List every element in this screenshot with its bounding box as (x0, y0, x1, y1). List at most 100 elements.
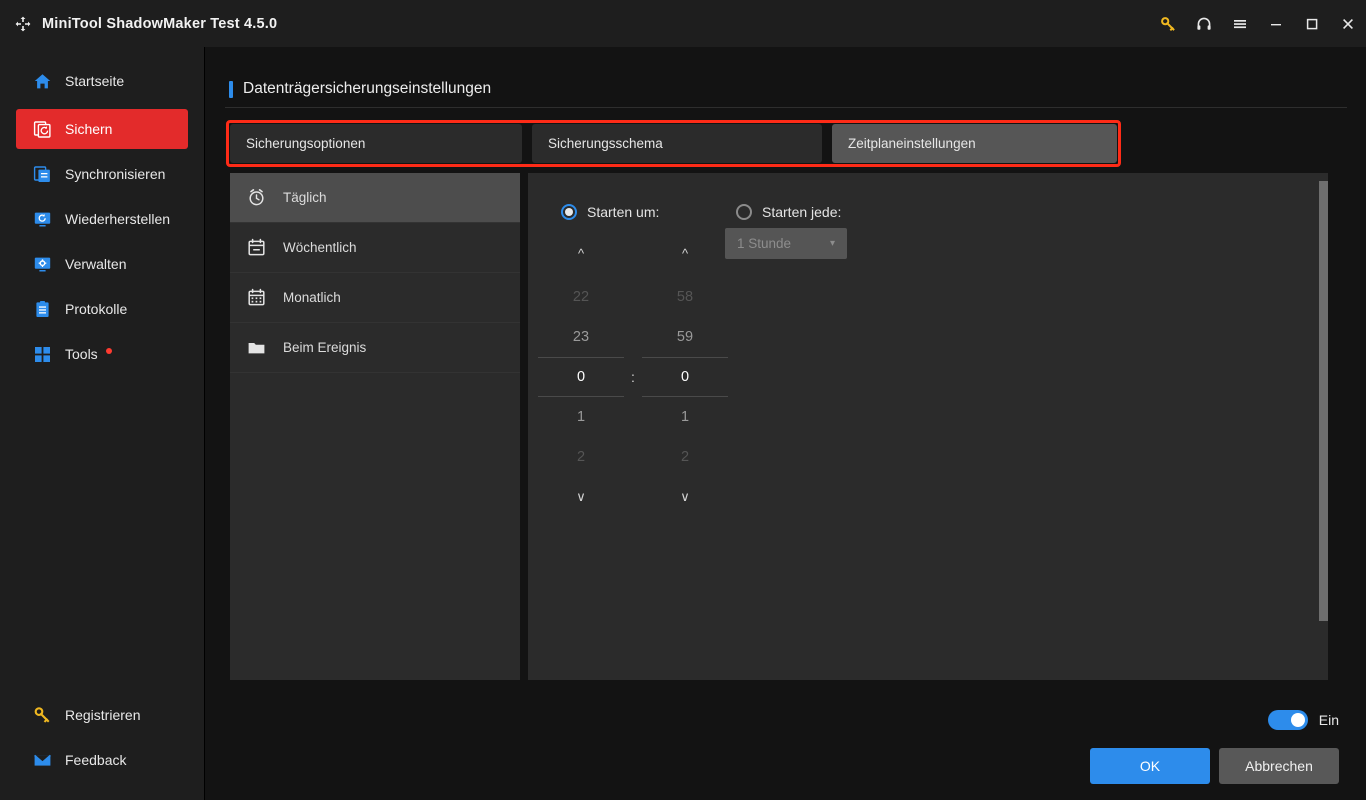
sidebar-item-feedback[interactable]: Feedback (16, 740, 188, 780)
tab-sicherungsoptionen[interactable]: Sicherungsoptionen (230, 124, 522, 163)
sidebar-item-registrieren[interactable]: Registrieren (16, 695, 188, 735)
time-spinner: ^ 22 23 0 1 2 ∨ : ^ 58 59 0 1 2 ∨ (538, 241, 728, 531)
minute-value-next[interactable]: 1 (642, 397, 728, 437)
sync-icon (31, 163, 53, 185)
hour-value-selected[interactable]: 0 (538, 357, 624, 397)
ok-button[interactable]: OK (1090, 748, 1210, 784)
folder-icon (246, 338, 266, 358)
hour-value-far-next[interactable]: 2 (538, 437, 624, 477)
sidebar-item-label: Tools (65, 346, 98, 362)
panel-scrollbar-thumb[interactable] (1319, 181, 1328, 621)
tab-label: Sicherungsoptionen (246, 136, 366, 151)
calendar-week-icon (246, 238, 266, 258)
tab-sicherungsschema[interactable]: Sicherungsschema (532, 124, 822, 163)
title-divider (225, 107, 1347, 108)
sidebar-item-label: Protokolle (65, 301, 128, 317)
sidebar-item-synchronisieren[interactable]: Synchronisieren (16, 154, 188, 194)
headset-icon[interactable] (1186, 0, 1222, 47)
sidebar-item-wiederherstellen[interactable]: Wiederherstellen (16, 199, 188, 239)
schedule-enable-toggle-row: Ein (1267, 710, 1339, 730)
page-title-row: Datenträgersicherungseinstellungen (229, 80, 491, 98)
schedule-option-label: Beim Ereignis (283, 340, 367, 355)
sidebar-item-label: Registrieren (65, 707, 141, 723)
logs-icon (31, 298, 53, 320)
sidebar-item-startseite[interactable]: Startseite (16, 61, 188, 101)
restore-icon (31, 208, 53, 230)
manage-icon (31, 253, 53, 275)
sidebar-item-label: Startseite (65, 73, 125, 89)
interval-select-value: 1 Stunde (737, 236, 792, 251)
schedule-option-taeglich[interactable]: Täglich (230, 173, 520, 223)
schedule-detail-panel: Starten um: Starten jede: 1 Stunde ▾ ^ 2… (528, 173, 1328, 680)
cancel-button[interactable]: Abbrechen (1219, 748, 1339, 784)
sidebar-item-label: Sichern (65, 121, 113, 137)
radio-button-indicator (561, 204, 577, 220)
sidebar-item-label: Feedback (65, 752, 127, 768)
minute-spinner-column: ^ 58 59 0 1 2 ∨ (642, 241, 728, 531)
schedule-option-monatlich[interactable]: Monatlich (230, 273, 520, 323)
minute-down-arrow-icon[interactable]: ∨ (642, 485, 728, 509)
maximize-icon[interactable] (1294, 0, 1330, 47)
tab-zeitplaneinstellungen[interactable]: Zeitplaneinstellungen (832, 124, 1117, 163)
backup-icon (31, 118, 53, 140)
radio-starten-jede[interactable]: Starten jede: (736, 204, 841, 220)
schedule-enable-toggle[interactable] (1267, 710, 1308, 730)
sidebar-item-tools[interactable]: Tools (16, 334, 188, 374)
schedule-option-beim-ereignis[interactable]: Beim Ereignis (230, 323, 520, 373)
envelope-icon (31, 749, 53, 771)
key-icon (31, 704, 53, 726)
sidebar-item-protokolle[interactable]: Protokolle (16, 289, 188, 329)
interval-select[interactable]: 1 Stunde ▾ (725, 228, 847, 259)
chevron-down-icon: ▾ (829, 238, 835, 249)
dialog-button-row: OK Abbrechen (1090, 748, 1339, 784)
minute-up-arrow-icon[interactable]: ^ (642, 241, 728, 265)
tab-label: Sicherungsschema (548, 136, 663, 151)
radio-button-indicator (736, 204, 752, 220)
time-separator: : (631, 369, 635, 385)
content-area: Datenträgersicherungseinstellungen Siche… (205, 47, 1366, 800)
tools-new-badge (105, 347, 112, 354)
window-controls (1150, 0, 1366, 47)
home-icon (31, 70, 53, 92)
tools-icon (31, 343, 53, 365)
sidebar-item-label: Synchronisieren (65, 166, 166, 182)
schedule-type-list: Täglich Wöchentlich Monatlich Beim Ereig… (230, 173, 520, 680)
window-title: MiniTool ShadowMaker Test 4.5.0 (42, 15, 278, 32)
calendar-month-icon (246, 288, 266, 308)
minute-value-selected[interactable]: 0 (642, 357, 728, 397)
sidebar-item-label: Wiederherstellen (65, 211, 171, 227)
tab-label: Zeitplaneinstellungen (848, 136, 976, 151)
tab-bar: Sicherungsoptionen Sicherungsschema Zeit… (230, 124, 1117, 163)
radio-starten-um[interactable]: Starten um: (561, 204, 659, 220)
minimize-icon[interactable] (1258, 0, 1294, 47)
minute-value-prev[interactable]: 59 (642, 317, 728, 357)
page-title: Datenträgersicherungseinstellungen (243, 80, 492, 97)
sidebar-item-label: Verwalten (65, 256, 127, 272)
toggle-label: Ein (1318, 712, 1339, 728)
hour-down-arrow-icon[interactable]: ∨ (538, 485, 624, 509)
panel-scrollbar-track[interactable] (1319, 173, 1328, 680)
sidebar-item-verwalten[interactable]: Verwalten (16, 244, 188, 284)
sidebar: Startseite Sichern Synchronisieren Wiede… (0, 47, 204, 800)
minute-value-far-prev[interactable]: 58 (642, 277, 728, 317)
hour-up-arrow-icon[interactable]: ^ (538, 241, 624, 265)
schedule-option-woechentlich[interactable]: Wöchentlich (230, 223, 520, 273)
sidebar-item-sichern[interactable]: Sichern (16, 109, 188, 149)
minute-value-far-next[interactable]: 2 (642, 437, 728, 477)
title-bar: MiniTool ShadowMaker Test 4.5.0 (0, 0, 1366, 47)
schedule-option-label: Wöchentlich (283, 240, 357, 255)
page-title-accent-bar (229, 80, 233, 98)
radio-label: Starten jede: (762, 204, 842, 220)
schedule-option-label: Täglich (283, 190, 327, 205)
radio-label: Starten um: (587, 204, 660, 220)
close-icon[interactable] (1330, 0, 1366, 47)
shadowmaker-logo-icon (12, 13, 34, 35)
hour-value-far-prev[interactable]: 22 (538, 277, 624, 317)
hour-value-prev[interactable]: 23 (538, 317, 624, 357)
schedule-option-label: Monatlich (283, 290, 341, 305)
key-icon[interactable] (1150, 0, 1186, 47)
hour-value-next[interactable]: 1 (538, 397, 624, 437)
hour-spinner-column: ^ 22 23 0 1 2 ∨ (538, 241, 624, 531)
menu-icon[interactable] (1222, 0, 1258, 47)
alarm-clock-icon (246, 188, 266, 208)
